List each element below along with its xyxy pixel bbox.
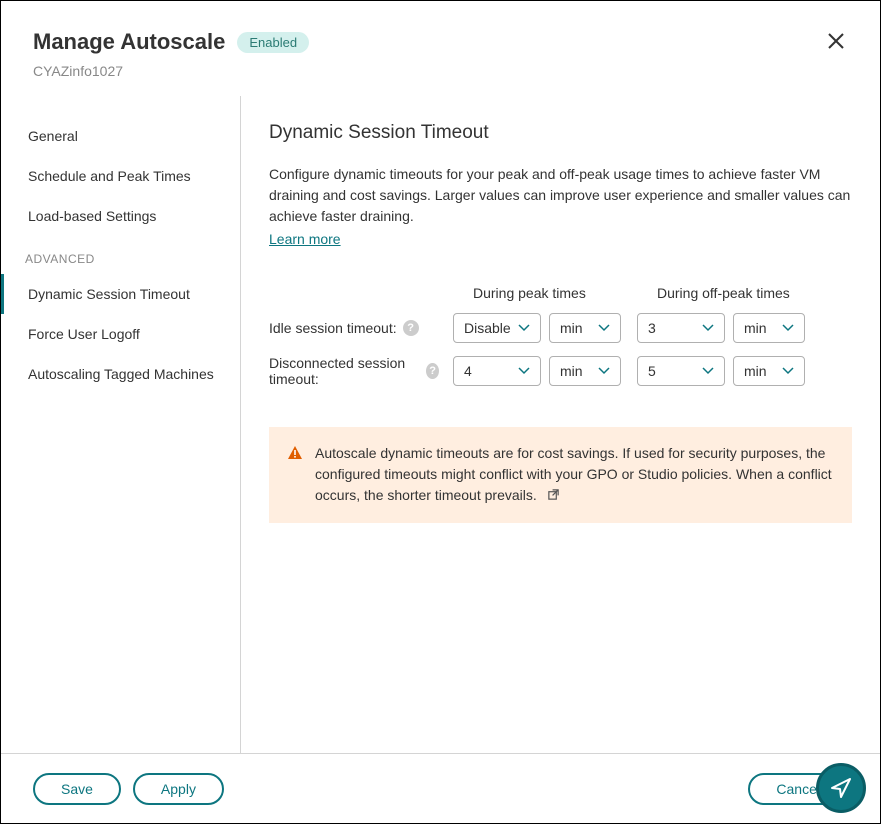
footer-left: Save Apply: [33, 773, 224, 805]
disc-peak-group: 4 min: [453, 356, 637, 386]
navigate-icon: [829, 776, 853, 800]
chevron-down-icon: [782, 367, 794, 375]
sidebar-item-tagged-machines[interactable]: Autoscaling Tagged Machines: [1, 354, 240, 394]
label-idle: Idle session timeout: ?: [269, 320, 453, 336]
sidebar-item-schedule[interactable]: Schedule and Peak Times: [1, 156, 240, 196]
apply-button[interactable]: Apply: [133, 773, 224, 805]
warning-box: Autoscale dynamic timeouts are for cost …: [269, 427, 852, 523]
content-description: Configure dynamic timeouts for your peak…: [269, 164, 852, 227]
idle-offpeak-value: 3: [648, 320, 656, 336]
chevron-down-icon: [702, 324, 714, 332]
sidebar-item-force-logoff[interactable]: Force User Logoff: [1, 314, 240, 354]
idle-peak-unit: min: [560, 320, 583, 336]
chevron-down-icon: [702, 367, 714, 375]
idle-offpeak-unit-select[interactable]: min: [733, 313, 805, 343]
idle-peak-group: Disable min: [453, 313, 637, 343]
idle-offpeak-value-select[interactable]: 3: [637, 313, 725, 343]
sidebar: General Schedule and Peak Times Load-bas…: [1, 96, 241, 754]
disc-peak-value-select[interactable]: 4: [453, 356, 541, 386]
disc-offpeak-unit: min: [744, 363, 767, 379]
sidebar-heading-advanced: ADVANCED: [1, 240, 240, 274]
main-container: General Schedule and Peak Times Load-bas…: [1, 95, 880, 754]
chevron-down-icon: [518, 324, 530, 332]
disc-peak-unit: min: [560, 363, 583, 379]
title-row: Manage Autoscale Enabled: [33, 29, 309, 55]
disc-peak-unit-select[interactable]: min: [549, 356, 621, 386]
label-disconnected-text: Disconnected session timeout:: [269, 355, 420, 387]
label-idle-text: Idle session timeout:: [269, 320, 397, 336]
column-header-offpeak: During off-peak times: [657, 285, 841, 301]
idle-peak-unit-select[interactable]: min: [549, 313, 621, 343]
help-icon[interactable]: ?: [403, 320, 419, 336]
sidebar-item-load[interactable]: Load-based Settings: [1, 196, 240, 236]
chevron-down-icon: [782, 324, 794, 332]
warning-message: Autoscale dynamic timeouts are for cost …: [315, 445, 832, 503]
idle-peak-value: Disable: [464, 320, 511, 336]
disc-offpeak-group: 5 min: [637, 356, 821, 386]
chevron-down-icon: [598, 324, 610, 332]
page-title: Manage Autoscale: [33, 29, 225, 55]
chevron-down-icon: [518, 367, 530, 375]
row-disconnected: Disconnected session timeout: ? 4 min: [269, 355, 852, 387]
form-area: During peak times During off-peak times …: [269, 285, 852, 387]
footer: Save Apply Cancel: [1, 753, 880, 823]
save-button[interactable]: Save: [33, 773, 121, 805]
content: Dynamic Session Timeout Configure dynami…: [241, 96, 880, 754]
status-badge: Enabled: [237, 32, 309, 53]
header-left: Manage Autoscale Enabled CYAZinfo1027: [33, 29, 309, 79]
idle-peak-value-select[interactable]: Disable: [453, 313, 541, 343]
warning-text: Autoscale dynamic timeouts are for cost …: [315, 443, 834, 507]
form-header-row: During peak times During off-peak times: [269, 285, 852, 301]
help-icon[interactable]: ?: [426, 363, 439, 379]
column-header-peak: During peak times: [473, 285, 657, 301]
idle-offpeak-group: 3 min: [637, 313, 821, 343]
close-button[interactable]: [824, 29, 848, 53]
idle-offpeak-unit: min: [744, 320, 767, 336]
disc-offpeak-unit-select[interactable]: min: [733, 356, 805, 386]
close-icon: [827, 32, 845, 50]
warning-icon: [287, 445, 303, 507]
page-subtitle: CYAZinfo1027: [33, 63, 309, 79]
row-idle: Idle session timeout: ? Disable min 3: [269, 313, 852, 343]
sidebar-item-dynamic-timeout[interactable]: Dynamic Session Timeout: [1, 274, 240, 314]
label-disconnected: Disconnected session timeout: ?: [269, 355, 453, 387]
fab-button[interactable]: [816, 763, 866, 813]
sidebar-item-general[interactable]: General: [1, 116, 240, 156]
external-link-icon[interactable]: [547, 486, 560, 507]
disc-peak-value: 4: [464, 363, 472, 379]
disc-offpeak-value-select[interactable]: 5: [637, 356, 725, 386]
content-title: Dynamic Session Timeout: [269, 122, 852, 144]
disc-offpeak-value: 5: [648, 363, 656, 379]
header: Manage Autoscale Enabled CYAZinfo1027: [1, 1, 880, 95]
learn-more-link[interactable]: Learn more: [269, 231, 341, 247]
chevron-down-icon: [598, 367, 610, 375]
